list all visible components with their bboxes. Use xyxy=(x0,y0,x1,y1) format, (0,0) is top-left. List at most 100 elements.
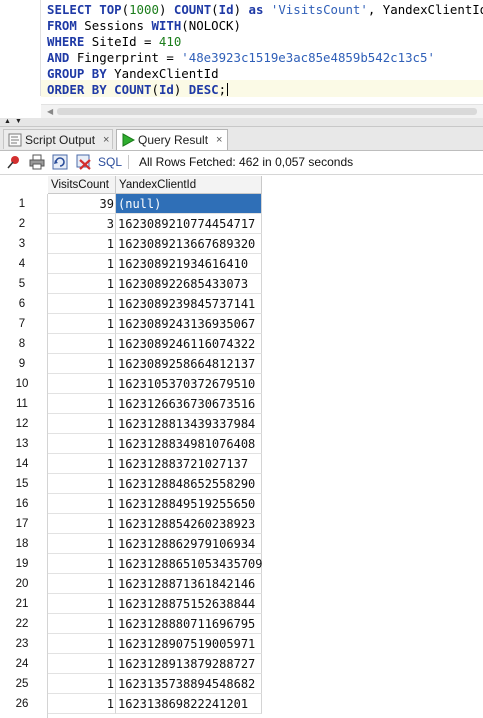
table-row[interactable]: 18 1 1623128862979106934 xyxy=(0,534,262,554)
table-row[interactable]: 23 1 1623128907519005971 xyxy=(0,634,262,654)
code-line[interactable]: ORDER BY COUNT(Id) DESC; xyxy=(47,82,229,98)
row-number[interactable]: 21 xyxy=(0,594,44,614)
editor-horizontal-scrollbar[interactable]: ◀ xyxy=(41,104,483,119)
table-row[interactable]: 9 1 1623089258664812137 xyxy=(0,354,262,374)
cell-visitscount[interactable]: 3 xyxy=(48,214,116,234)
row-number[interactable]: 9 xyxy=(0,354,44,374)
cell-visitscount[interactable]: 1 xyxy=(48,414,116,434)
collapse-down-icon[interactable]: ▼ xyxy=(15,118,22,125)
cell-visitscount[interactable]: 1 xyxy=(48,514,116,534)
table-row[interactable]: 24 1 1623128913879288727 xyxy=(0,654,262,674)
table-row[interactable]: 19 1 16231288651053435709 xyxy=(0,554,263,574)
cell-visitscount[interactable]: 1 xyxy=(48,534,116,554)
code-line[interactable]: SELECT TOP(1000) COUNT(Id) as 'VisitsCou… xyxy=(47,2,483,18)
table-row[interactable]: 7 1 1623089243136935067 xyxy=(0,314,262,334)
row-number[interactable]: 24 xyxy=(0,654,44,674)
cell-yandexclientid[interactable]: 1623128880711696795 xyxy=(116,614,262,634)
row-number[interactable]: 2 xyxy=(0,214,44,234)
cell-yandexclientid[interactable]: 1623128913879288727 xyxy=(116,654,262,674)
table-row[interactable]: 17 1 1623128854260238923 xyxy=(0,514,262,534)
cell-yandexclientid[interactable]: 1623128834981076408 xyxy=(116,434,262,454)
cell-yandexclientid[interactable]: 1623135738894548682 xyxy=(116,674,262,694)
table-row[interactable]: 12 1 1623128813439337984 xyxy=(0,414,262,434)
row-number[interactable]: 11 xyxy=(0,394,44,414)
cell-visitscount[interactable]: 1 xyxy=(48,374,116,394)
cell-visitscount[interactable]: 39 xyxy=(48,194,116,214)
cell-visitscount[interactable]: 1 xyxy=(48,294,116,314)
cell-yandexclientid[interactable]: 16231288651053435709 xyxy=(116,554,263,574)
column-header-yandexclientid[interactable]: YandexClientId xyxy=(116,176,262,194)
table-row[interactable]: 10 1 1623105370372679510 xyxy=(0,374,262,394)
cell-visitscount[interactable]: 1 xyxy=(48,394,116,414)
table-row[interactable]: 14 1 162312883721027137 xyxy=(0,454,262,474)
cell-visitscount[interactable]: 1 xyxy=(48,494,116,514)
cell-yandexclientid[interactable]: 1623128871361842146 xyxy=(116,574,262,594)
table-row[interactable]: 16 1 1623128849519255650 xyxy=(0,494,262,514)
row-number[interactable]: 4 xyxy=(0,254,44,274)
row-number[interactable]: 8 xyxy=(0,334,44,354)
cell-yandexclientid[interactable]: (null) xyxy=(116,194,262,214)
table-row[interactable]: 5 1 162308922685433073 xyxy=(0,274,262,294)
cell-yandexclientid[interactable]: 1623128907519005971 xyxy=(116,634,262,654)
cell-yandexclientid[interactable]: 1623089239845737141 xyxy=(116,294,262,314)
cell-visitscount[interactable]: 1 xyxy=(48,554,116,574)
row-number[interactable]: 20 xyxy=(0,574,44,594)
cell-yandexclientid[interactable]: 1623089258664812137 xyxy=(116,354,262,374)
row-number[interactable]: 26 xyxy=(0,694,44,714)
table-row[interactable]: 4 1 162308921934616410 xyxy=(0,254,262,274)
table-row[interactable]: 13 1 1623128834981076408 xyxy=(0,434,262,454)
table-row[interactable]: 8 1 1623089246116074322 xyxy=(0,334,262,354)
cell-visitscount[interactable]: 1 xyxy=(48,474,116,494)
cell-yandexclientid[interactable]: 1623089210774454717 xyxy=(116,214,262,234)
print-icon[interactable] xyxy=(29,154,45,170)
sql-button[interactable]: SQL xyxy=(98,155,122,169)
row-number[interactable]: 14 xyxy=(0,454,44,474)
sql-editor[interactable]: SELECT TOP(1000) COUNT(Id) as 'VisitsCou… xyxy=(0,0,483,104)
cell-yandexclientid[interactable]: 162313869822241201 xyxy=(116,694,262,714)
row-number[interactable]: 10 xyxy=(0,374,44,394)
code-line[interactable]: GROUP BY YandexClientId xyxy=(47,66,219,82)
cell-yandexclientid[interactable]: 162308921934616410 xyxy=(116,254,262,274)
cell-visitscount[interactable]: 1 xyxy=(48,234,116,254)
cell-yandexclientid[interactable]: 1623089246116074322 xyxy=(116,334,262,354)
cell-visitscount[interactable]: 1 xyxy=(48,334,116,354)
table-row[interactable]: 11 1 1623126636730673516 xyxy=(0,394,262,414)
cell-visitscount[interactable]: 1 xyxy=(48,634,116,654)
row-number[interactable]: 3 xyxy=(0,234,44,254)
row-number[interactable]: 15 xyxy=(0,474,44,494)
table-row[interactable]: 20 1 1623128871361842146 xyxy=(0,574,262,594)
collapse-up-icon[interactable]: ▲ xyxy=(4,118,11,125)
row-number[interactable]: 17 xyxy=(0,514,44,534)
tab-query-result[interactable]: Query Result × xyxy=(116,129,228,150)
row-number[interactable]: 12 xyxy=(0,414,44,434)
row-number[interactable]: 5 xyxy=(0,274,44,294)
code-line[interactable]: WHERE SiteId = 410 xyxy=(47,34,181,50)
cell-visitscount[interactable]: 1 xyxy=(48,314,116,334)
row-number[interactable]: 7 xyxy=(0,314,44,334)
column-header-visitscount[interactable]: VisitsCount xyxy=(48,176,116,194)
table-row[interactable]: 15 1 1623128848652558290 xyxy=(0,474,262,494)
cell-visitscount[interactable]: 1 xyxy=(48,614,116,634)
clear-icon[interactable] xyxy=(76,154,92,170)
table-row[interactable]: 2 3 1623089210774454717 xyxy=(0,214,262,234)
cell-yandexclientid[interactable]: 162308922685433073 xyxy=(116,274,262,294)
cell-visitscount[interactable]: 1 xyxy=(48,274,116,294)
row-number[interactable]: 18 xyxy=(0,534,44,554)
cell-yandexclientid[interactable]: 1623128849519255650 xyxy=(116,494,262,514)
cell-visitscount[interactable]: 1 xyxy=(48,574,116,594)
cell-visitscount[interactable]: 1 xyxy=(48,674,116,694)
cell-visitscount[interactable]: 1 xyxy=(48,434,116,454)
scroll-left-icon[interactable]: ◀ xyxy=(47,107,53,116)
table-row[interactable]: 6 1 1623089239845737141 xyxy=(0,294,262,314)
cell-yandexclientid[interactable]: 1623128813439337984 xyxy=(116,414,262,434)
table-row[interactable]: 26 1 162313869822241201 xyxy=(0,694,262,714)
code-line[interactable]: AND Fingerprint = '48e3923c1519e3ac85e48… xyxy=(47,50,435,66)
code-line[interactable]: FROM Sessions WITH(NOLOCK) xyxy=(47,18,241,34)
cell-visitscount[interactable]: 1 xyxy=(48,254,116,274)
cell-visitscount[interactable]: 1 xyxy=(48,454,116,474)
cell-yandexclientid[interactable]: 162312883721027137 xyxy=(116,454,262,474)
cell-visitscount[interactable]: 1 xyxy=(48,694,116,714)
table-row[interactable]: 1 39 (null) xyxy=(0,194,262,214)
table-row[interactable]: 22 1 1623128880711696795 xyxy=(0,614,262,634)
table-row[interactable]: 3 1 1623089213667689320 xyxy=(0,234,262,254)
